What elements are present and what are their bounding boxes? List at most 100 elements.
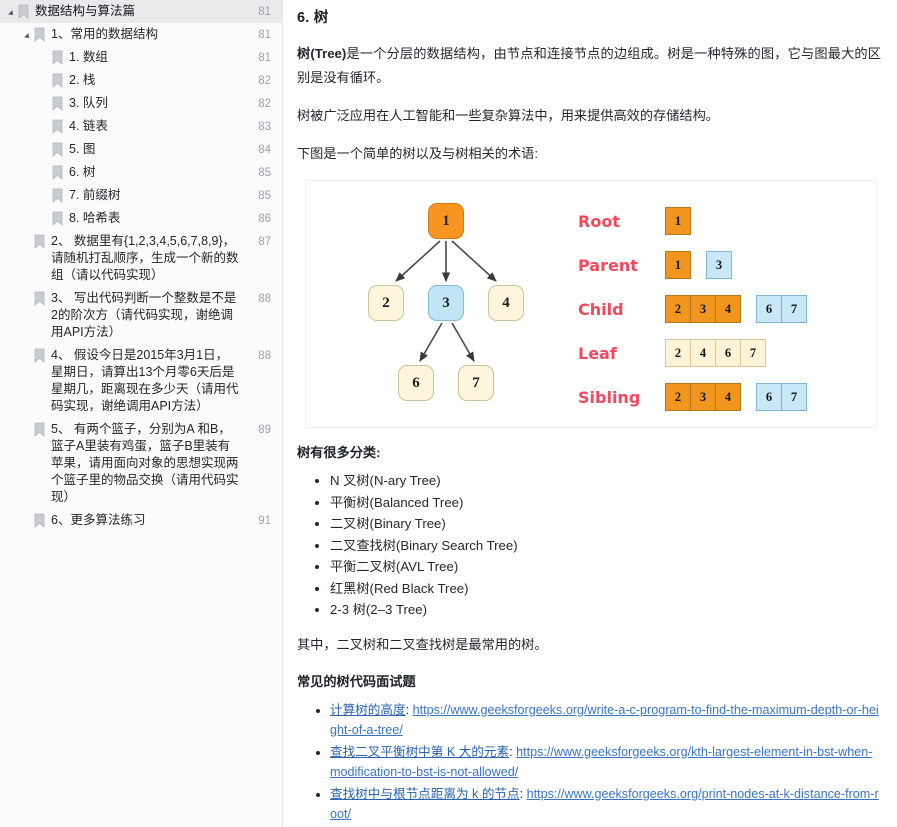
bookmark-label: 4、 假设今日是2015年3月1日，星期日，请算出13个月零6天后是星期几，距离… [51,348,239,413]
interview-link-item[interactable]: 查找树中与根节点距离为 k 的节点: https://www.geeksforg… [330,784,881,824]
bookmark-label: 1. 数组 [69,50,108,64]
bookmark-icon [51,188,64,203]
legend-cell: 3 [706,251,732,279]
legend-cell: 2 [665,383,691,411]
bookmark-item[interactable]: 数据结构与算法篇 81 [0,0,282,23]
classification-item: 平衡二叉树(AVL Tree) [330,557,881,578]
tree-node: 3 [428,285,464,321]
bookmark-page-number: 88 [258,350,271,362]
legend-label: Child [578,299,624,319]
legend-cell-group: 3 [706,251,732,279]
bookmark-label: 2、 数据里有{1,2,3,4,5,6,7,8,9}，请随机打乱顺序，生成一个新… [51,234,239,282]
interview-question-links[interactable]: 计算树的高度: https://www.geeksforgeeks.org/wr… [297,700,881,827]
bookmark-label: 6. 树 [69,165,96,179]
bookmark-icon [33,513,46,528]
bookmarks-sidebar[interactable]: 数据结构与算法篇 81 1、常用的数据结构 81 1. 数组 81 2. 栈 82 3. 队列 8… [0,0,283,827]
paragraph-definition-text: 是一个分层的数据结构，由节点和连接节点的边组成。树是一种特殊的图，它与图最大的区… [297,46,881,85]
legend-cell-group: 1 [665,251,691,279]
bookmark-page-number: 85 [258,167,271,179]
bookmark-item[interactable]: 6、更多算法练习 91 [0,509,282,532]
link-title[interactable]: 计算树的高度 [330,703,406,717]
link-url[interactable]: https://www.geeksforgeeks.org/write-a-c-… [330,703,879,737]
bookmark-label: 4. 链表 [69,119,108,133]
bookmark-page-number: 81 [258,6,271,18]
bookmark-item[interactable]: 7. 前缀树 85 [0,184,282,207]
bookmark-item[interactable]: 6. 树 85 [0,161,282,184]
bookmark-icon [51,96,64,111]
tree-classification-list: N 叉树(N-ary Tree)平衡树(Balanced Tree)二叉树(Bi… [297,471,881,621]
legend-cell: 4 [715,383,741,411]
bookmark-icon [51,73,64,88]
bookmark-icon [51,50,64,65]
interview-link-item[interactable]: 计算树的高度: https://www.geeksforgeeks.org/wr… [330,700,881,740]
link-title[interactable]: 查找二叉平衡树中第 K 大的元素 [330,745,509,759]
legend-cell: 2 [665,295,691,323]
bookmark-page-number: 88 [258,293,271,305]
legend-cell: 4 [715,295,741,323]
legend-cell: 3 [690,295,716,323]
bookmark-icon [33,291,46,306]
legend-cell: 1 [665,251,691,279]
bookmark-icon [51,211,64,226]
bookmark-item[interactable]: 5. 图 84 [0,138,282,161]
bookmark-label: 5. 图 [69,142,96,156]
bookmark-icon [33,27,46,42]
legend-cell-group: 2467 [665,339,766,367]
legend-row: Parent 1 3 [578,251,732,279]
legend-cell: 3 [690,383,716,411]
legend-row: Root 1 [578,207,691,235]
bookmark-page-number: 82 [258,75,271,87]
classification-item: 二叉查找树(Binary Search Tree) [330,536,881,557]
bookmark-item[interactable]: 2、 数据里有{1,2,3,4,5,6,7,8,9}，请随机打乱顺序，生成一个新… [0,230,282,287]
bookmark-item[interactable]: 3. 队列 82 [0,92,282,115]
bookmark-page-number: 81 [258,52,271,64]
legend-cell: 4 [690,339,716,367]
pdf-reader-window: 数据结构与算法篇 81 1、常用的数据结构 81 1. 数组 81 2. 栈 82 3. 队列 8… [0,0,897,827]
bookmark-item[interactable]: 5、 有两个篮子，分别为A 和B，篮子A里装有鸡蛋，篮子B里装有苹果，请用面向对… [0,418,282,509]
classification-item: 平衡树(Balanced Tree) [330,493,881,514]
bookmark-label: 3、 写出代码判断一个整数是不是2的阶次方（请代码实现，谢绝调用API方法） [51,291,237,339]
bookmark-page-number: 91 [258,515,271,527]
expand-triangle-icon[interactable] [20,26,33,42]
expand-triangle-icon[interactable] [4,3,17,19]
tree-terminology-figure: 123467 Root 1 Parent 1 3 Child 2 3 4 6 7 Leaf 2 4 6 7 Si… [305,180,877,428]
bookmark-item[interactable]: 3、 写出代码判断一个整数是不是2的阶次方（请代码实现，谢绝调用API方法） 88 [0,287,282,344]
classification-note: 其中，二叉树和二叉查找树是最常用的树。 [297,636,548,652]
bookmark-list[interactable]: 数据结构与算法篇 81 1、常用的数据结构 81 1. 数组 81 2. 栈 82 3. 队列 8… [0,0,282,532]
legend-label: Sibling [578,387,641,407]
classification-item: 二叉树(Binary Tree) [330,514,881,535]
term-tree-bold: 树(Tree) [297,46,347,61]
bookmark-icon [51,165,64,180]
legend-cell-group: 67 [756,383,807,411]
bookmark-item[interactable]: 1. 数组 81 [0,46,282,69]
paragraph-figure-intro: 下图是一个简单的树以及与树相关的术语: [297,146,539,161]
interview-link-item[interactable]: 查找二叉平衡树中第 K 大的元素: https://www.geeksforge… [330,742,881,782]
bookmark-page-number: 83 [258,121,271,133]
legend-cell: 7 [740,339,766,367]
interview-heading: 常见的树代码面试题 [297,673,416,689]
bookmark-item[interactable]: 8. 哈希表 86 [0,207,282,230]
legend-cell: 6 [756,383,782,411]
link-title[interactable]: 查找树中与根节点距离为 k 的节点 [330,787,520,801]
legend-cell-group: 1 [665,207,691,235]
bookmark-item[interactable]: 2. 栈 82 [0,69,282,92]
page-title: 6. 树 [297,10,329,26]
link-separator: : [405,702,413,717]
bookmark-label: 3. 队列 [69,96,108,110]
legend-cell: 1 [665,207,691,235]
bookmark-item[interactable]: 4. 链表 83 [0,115,282,138]
bookmark-label: 数据结构与算法篇 [35,4,136,18]
legend-cell: 6 [715,339,741,367]
bookmark-label: 2. 栈 [69,73,96,87]
bookmark-item[interactable]: 1、常用的数据结构 81 [0,23,282,46]
bookmark-icon [33,422,46,437]
bookmark-label: 6、更多算法练习 [51,513,146,527]
bookmark-item[interactable]: 4、 假设今日是2015年3月1日，星期日，请算出13个月零6天后是星期几，距离… [0,344,282,418]
